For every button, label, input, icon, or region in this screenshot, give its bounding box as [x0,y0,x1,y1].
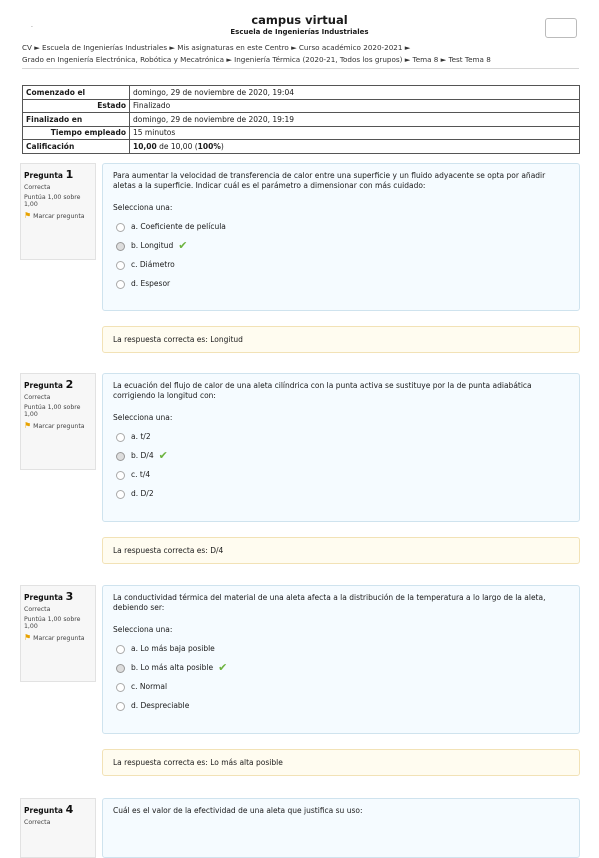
summary-value: 10,00 de 10,00 (100%) [129,139,580,154]
summary-row-state: Estado Finalizado [22,98,580,113]
question-number-label: Pregunta 4 [24,803,74,816]
flag-icon: ⚑ [24,211,32,220]
flag-icon: ⚑ [24,633,32,642]
summary-value: 15 minutos [129,125,580,140]
question-number: 4 [65,803,74,816]
question-status: Correcta [24,606,51,613]
checkmark-icon: ✔ [218,661,228,674]
question-status: Correcta [24,819,51,826]
radio-button[interactable] [116,260,125,270]
question-number-label: Pregunta 2 [24,378,74,391]
logo-placeholder [545,18,577,38]
grade-percent: 100% [197,141,221,151]
summary-row-grade: Calificación 10,00 de 10,00 (100%) [22,139,580,154]
summary-value: domingo, 29 de noviembre de 2020, 19:19 [129,112,580,127]
summary-row-started: Comenzado el domingo, 29 de noviembre de… [22,85,580,100]
summary-label: Tiempo empleado [22,125,130,140]
radio-button[interactable] [116,432,125,442]
summary-value: domingo, 29 de noviembre de 2020, 19:04 [129,85,580,100]
question-number: 3 [65,590,74,603]
radio-button[interactable] [116,682,125,692]
answer-option[interactable]: d. Espesor [113,279,569,289]
radio-button[interactable] [116,279,125,289]
answer-option[interactable]: a. Coeficiente de película [113,222,569,232]
question-points: Puntúa 1,00 sobre 1,00 [24,616,81,630]
summary-row-finished: Finalizado en domingo, 29 de noviembre d… [22,112,580,127]
select-one-prompt: Selecciona una: [113,625,173,634]
breadcrumb-line-2[interactable]: Grado en Ingeniería Electrónica, Robótic… [22,55,491,64]
flag-question-link[interactable]: ⚑ Marcar pregunta [24,211,92,220]
question-content-4: Cuál es el valor de la efectividad de un… [102,798,580,858]
correct-answer-feedback-2: La respuesta correcta es: D/4 [102,537,580,564]
summary-row-time: Tiempo empleado 15 minutos [22,125,580,140]
question-info-2: Pregunta 2 Correcta Puntúa 1,00 sobre 1,… [20,373,96,470]
question-text: La ecuación del flujo de calor de una al… [113,381,532,400]
answer-option-selected[interactable]: b. D/4 ✔ [113,449,569,462]
question-content-2: La ecuación del flujo de calor de una al… [102,373,580,522]
flag-question-link[interactable]: ⚑ Marcar pregunta [24,421,92,430]
site-subtitle: Escuela de Ingenierías Industriales [230,28,369,36]
radio-button[interactable] [116,222,125,232]
summary-label: Estado [22,98,130,113]
question-points: Puntúa 1,00 sobre 1,00 [24,194,81,208]
checkmark-icon: ✔ [158,449,168,462]
select-one-prompt: Selecciona una: [113,203,173,212]
header-divider [22,68,579,69]
flag-question-link[interactable]: ⚑ Marcar pregunta [24,633,92,642]
select-one-prompt: Selecciona una: [113,413,173,422]
question-points: Puntúa 1,00 sobre 1,00 [24,404,81,418]
summary-label: Comenzado el [22,85,130,100]
answer-option[interactable]: a. t/2 [113,432,569,442]
question-text: La conductividad térmica del material de… [113,593,546,612]
question-text: Cuál es el valor de la efectividad de un… [113,806,363,815]
question-number: 1 [65,168,74,181]
question-number-label: Pregunta 3 [24,590,74,603]
question-content-3: La conductividad térmica del material de… [102,585,580,734]
breadcrumb-line-1[interactable]: CV ► Escuela de Ingenierías Industriales… [22,43,410,52]
radio-button-selected[interactable] [116,663,125,673]
summary-value: Finalizado [129,98,580,113]
radio-button[interactable] [116,701,125,711]
flag-icon: ⚑ [24,421,32,430]
question-content-1: Para aumentar la velocidad de transferen… [102,163,580,311]
radio-button[interactable] [116,470,125,480]
checkmark-icon: ✔ [178,239,188,252]
question-info-4: Pregunta 4 Correcta [20,798,96,858]
radio-button-selected[interactable] [116,241,125,251]
radio-button[interactable] [116,489,125,499]
question-status: Correcta [24,184,51,191]
grade-end: ) [220,141,224,151]
summary-label: Calificación [22,139,130,154]
question-number-label: Pregunta 1 [24,168,74,181]
grade-mid: de 10,00 ( [156,141,198,151]
radio-button-selected[interactable] [116,451,125,461]
answer-option[interactable]: a. Lo más baja posible [113,644,569,654]
correct-answer-feedback-1: La respuesta correcta es: Longitud [102,326,580,353]
question-status: Correcta [24,394,51,401]
site-title: campus virtual [251,13,348,27]
correct-answer-feedback-3: La respuesta correcta es: Lo más alta po… [102,749,580,776]
grade-score: 10,00 [133,141,157,151]
answer-option[interactable]: d. D/2 [113,489,569,499]
attempt-summary-table: Comenzado el domingo, 29 de noviembre de… [22,85,580,154]
answer-option[interactable]: c. Diámetro [113,260,569,270]
summary-label: Finalizado en [22,112,130,127]
question-info-1: Pregunta 1 Correcta Puntúa 1,00 sobre 1,… [20,163,96,260]
answer-option-selected[interactable]: b. Longitud ✔ [113,239,569,252]
question-number: 2 [65,378,74,391]
answer-option-selected[interactable]: b. Lo más alta posible ✔ [113,661,569,674]
radio-button[interactable] [116,644,125,654]
answer-option[interactable]: d. Despreciable [113,701,569,711]
answer-option[interactable]: c. t/4 [113,470,569,480]
question-info-3: Pregunta 3 Correcta Puntúa 1,00 sobre 1,… [20,585,96,682]
answer-option[interactable]: c. Normal [113,682,569,692]
question-text: Para aumentar la velocidad de transferen… [113,171,546,190]
